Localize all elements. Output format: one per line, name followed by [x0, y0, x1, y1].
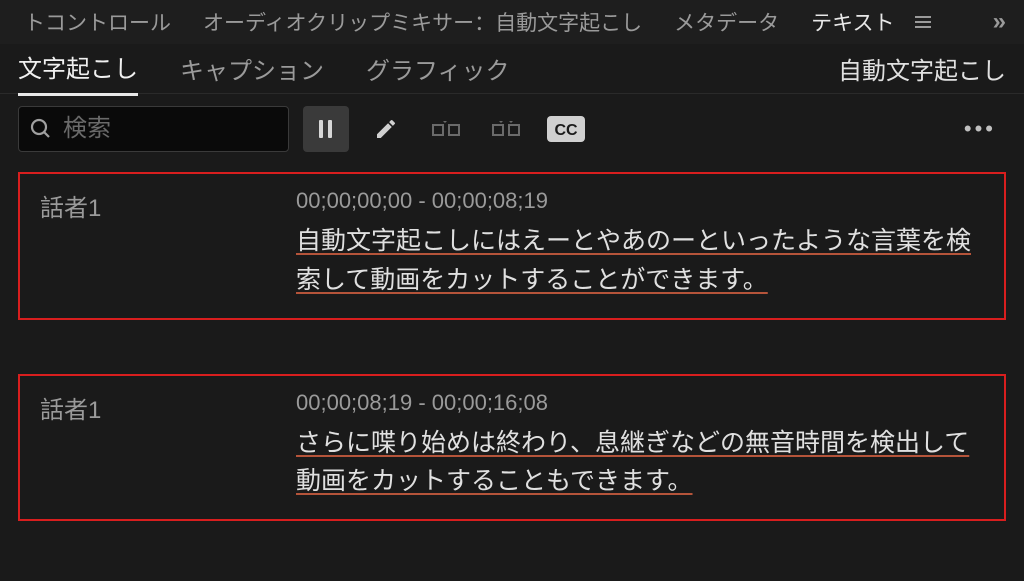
transcript-text[interactable]: さらに喋り始めは終わり、息継ぎなどの無音時間を検出して動画をカットすることもでき… — [296, 424, 984, 502]
tabs-overflow-icon[interactable]: » — [983, 8, 1016, 36]
segment-after-icon — [491, 117, 521, 141]
panel-menu-icon[interactable] — [914, 15, 932, 29]
timecode: 00;00;00;00 - 00;00;08;19 — [296, 188, 984, 214]
panel-tabs: トコントロール オーディオクリップミキサー：自動文字起こし メタデータ テキスト… — [0, 0, 1024, 44]
subtab-captions[interactable]: キャプション — [180, 43, 324, 94]
pencil-icon — [374, 117, 398, 141]
transcript-segment[interactable]: 話者1 00;00;08;19 - 00;00;16;08 さらに喋り始めは終わ… — [18, 374, 1006, 522]
edit-button[interactable] — [363, 106, 409, 152]
more-options-button[interactable]: ••• — [954, 116, 1006, 142]
pause-icon — [313, 116, 339, 142]
subtab-transcribe[interactable]: 文字起こし — [18, 41, 138, 96]
segment-before-icon — [431, 117, 461, 141]
transcript-segment[interactable]: 話者1 00;00;00;00 - 00;00;08;19 自動文字起こしにはえ… — [18, 172, 1006, 320]
transcript-text[interactable]: 自動文字起こしにはえーとやあのーといったような言葉を検索して動画をカットすること… — [296, 222, 984, 300]
tab-metadata[interactable]: メタデータ — [658, 7, 795, 37]
transcript-toolbar: CC ••• — [0, 94, 1024, 166]
segment-after-button[interactable] — [483, 106, 529, 152]
pause-detect-button[interactable] — [303, 106, 349, 152]
speaker-label: 話者1 — [40, 390, 270, 502]
timecode: 00;00;08;19 - 00;00;16;08 — [296, 390, 984, 416]
cc-icon: CC — [547, 116, 585, 142]
tab-audio-clip-mixer[interactable]: オーディオクリップミキサー：自動文字起こし — [187, 7, 658, 37]
segment-before-button[interactable] — [423, 106, 469, 152]
search-input[interactable] — [63, 115, 278, 143]
cc-button[interactable]: CC — [543, 106, 589, 152]
transcript-list: 話者1 00;00;00;00 - 00;00;08;19 自動文字起こしにはえ… — [0, 166, 1024, 581]
search-icon — [29, 117, 53, 141]
text-sub-tabs: 文字起こし キャプション グラフィック 自動文字起こし — [0, 44, 1024, 94]
auto-transcribe-label[interactable]: 自動文字起こし — [838, 51, 1006, 86]
svg-text:CC: CC — [554, 122, 578, 139]
subtab-graphics[interactable]: グラフィック — [366, 43, 510, 94]
speaker-label: 話者1 — [40, 188, 270, 300]
tab-control[interactable]: トコントロール — [8, 7, 187, 37]
search-field[interactable] — [18, 106, 289, 152]
tab-text[interactable]: テキスト — [795, 7, 910, 37]
